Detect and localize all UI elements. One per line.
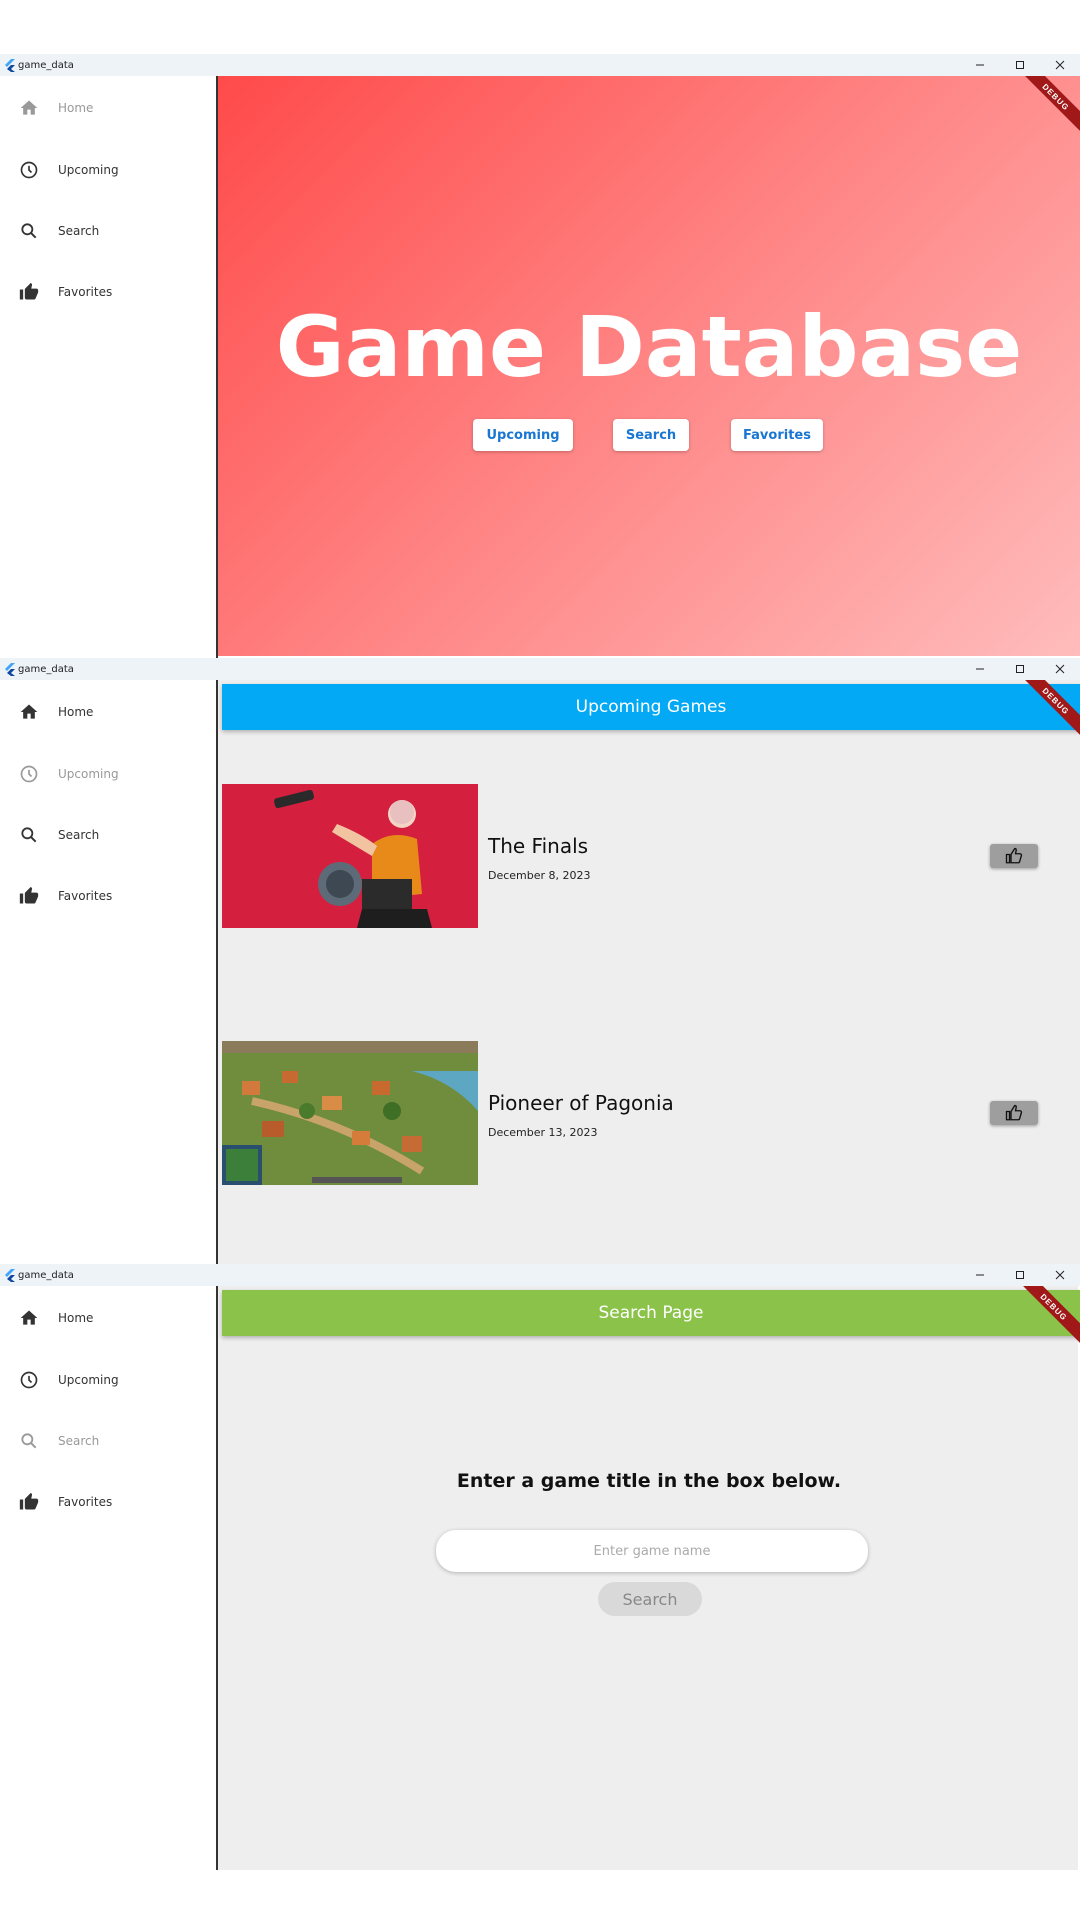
maximize-icon: [1016, 61, 1024, 69]
window-home: game_data Home Upcoming Search Favorites…: [0, 54, 1080, 658]
clock-icon: [18, 159, 40, 181]
debug-banner: DEBUG: [1017, 76, 1080, 136]
maximize-icon: [1016, 665, 1024, 673]
close-icon: [1055, 60, 1065, 70]
nav-label-favorites: Favorites: [58, 285, 113, 299]
nav-item-upcoming[interactable]: Upcoming: [18, 762, 119, 786]
home-icon: [18, 1307, 40, 1329]
app-name: game_data: [18, 1269, 74, 1281]
search-content: Search Page Enter a game title in the bo…: [218, 1286, 1080, 1870]
nav-item-search[interactable]: Search: [18, 823, 99, 847]
game-title: Pioneer of Pagonia: [488, 1091, 674, 1115]
hero-title: Game Database: [275, 298, 1023, 396]
search-icon: [18, 824, 40, 846]
game-release-date: December 8, 2023: [488, 869, 591, 882]
maximize-button[interactable]: [1000, 54, 1040, 76]
flutter-logo-icon: [5, 662, 15, 676]
home-icon: [18, 701, 40, 723]
home-content: Game Database Upcoming Search Favorites …: [218, 76, 1080, 656]
nav-item-search[interactable]: Search: [18, 1429, 99, 1453]
search-instructions: Enter a game title in the box below.: [456, 1470, 842, 1492]
close-button[interactable]: [1040, 1264, 1080, 1286]
nav-label-favorites: Favorites: [58, 1495, 113, 1509]
nav-label-upcoming: Upcoming: [58, 767, 119, 781]
nav-label-home: Home: [58, 1311, 94, 1325]
game-thumbnail: [222, 784, 478, 928]
title-bar: game_data: [0, 1264, 1080, 1286]
thumbs-up-icon: [18, 885, 40, 907]
minimize-button[interactable]: [960, 54, 1000, 76]
like-button[interactable]: [990, 1101, 1038, 1125]
nav-item-home[interactable]: Home: [18, 1306, 93, 1330]
title-bar: game_data: [0, 54, 1080, 76]
flutter-logo-icon: [5, 1268, 15, 1282]
search-icon: [18, 1430, 40, 1452]
app-name: game_data: [18, 59, 74, 71]
nav-label-search: Search: [58, 828, 100, 842]
minimize-button[interactable]: [960, 658, 1000, 680]
upcoming-page: Upcoming Games The Finals December 8, 20…: [218, 680, 1080, 1264]
search-button[interactable]: Search: [598, 1582, 702, 1616]
nav-label-home: Home: [58, 705, 94, 719]
nav-item-search[interactable]: Search: [18, 219, 99, 243]
maximize-button[interactable]: [1000, 658, 1040, 680]
game-row: The Finals December 8, 2023: [222, 784, 1080, 928]
close-button[interactable]: [1040, 658, 1080, 680]
maximize-icon: [1016, 1271, 1024, 1279]
hero-favorites-button[interactable]: Favorites: [731, 419, 823, 451]
hero-search-button[interactable]: Search: [613, 419, 689, 451]
window-search: game_data Home Upcoming Search Favorites…: [0, 1264, 1080, 1870]
nav-sidebar: Home Upcoming Search Favorites: [0, 680, 218, 1264]
nav-item-home[interactable]: Home: [18, 96, 93, 120]
thumbs-up-outline-icon: [1005, 1104, 1023, 1121]
search-page: Search Page Enter a game title in the bo…: [218, 1286, 1080, 1870]
game-row: Pioneer of Pagonia December 13, 2023: [222, 1041, 1080, 1185]
nav-item-favorites[interactable]: Favorites: [18, 1490, 112, 1514]
nav-sidebar: Home Upcoming Search Favorites: [0, 1286, 218, 1870]
clock-icon: [18, 1369, 40, 1391]
game-thumbnail: [222, 1041, 478, 1185]
thumbs-up-outline-icon: [1005, 847, 1023, 864]
like-button[interactable]: [990, 844, 1038, 868]
title-bar: game_data: [0, 658, 1080, 680]
nav-label-upcoming: Upcoming: [58, 1373, 119, 1387]
hero-banner: Game Database Upcoming Search Favorites …: [218, 76, 1080, 656]
upcoming-app-bar: Upcoming Games: [222, 684, 1080, 730]
nav-label-search: Search: [58, 1434, 100, 1448]
search-icon: [18, 220, 40, 242]
minimize-icon: [976, 668, 984, 670]
nav-label-home: Home: [58, 101, 94, 115]
window-upcoming: game_data Home Upcoming Search Favorites…: [0, 658, 1080, 1264]
home-icon: [18, 97, 40, 119]
nav-label-favorites: Favorites: [58, 889, 113, 903]
maximize-button[interactable]: [1000, 1264, 1040, 1286]
nav-item-favorites[interactable]: Favorites: [18, 280, 112, 304]
nav-label-upcoming: Upcoming: [58, 163, 119, 177]
nav-sidebar: Home Upcoming Search Favorites: [0, 76, 218, 658]
close-icon: [1055, 1270, 1065, 1280]
close-icon: [1055, 664, 1065, 674]
nav-label-search: Search: [58, 224, 100, 238]
thumbs-up-icon: [18, 1491, 40, 1513]
minimize-icon: [976, 1274, 984, 1276]
nav-item-home[interactable]: Home: [18, 700, 93, 724]
close-button[interactable]: [1040, 54, 1080, 76]
app-name: game_data: [18, 663, 74, 675]
upcoming-content: Upcoming Games The Finals December 8, 20…: [218, 680, 1080, 1264]
nav-item-upcoming[interactable]: Upcoming: [18, 158, 119, 182]
game-title: The Finals: [488, 834, 589, 858]
minimize-button[interactable]: [960, 1264, 1000, 1286]
nav-item-upcoming[interactable]: Upcoming: [18, 1368, 119, 1392]
game-release-date: December 13, 2023: [488, 1126, 598, 1139]
game-name-input[interactable]: [436, 1530, 868, 1572]
thumbs-up-icon: [18, 281, 40, 303]
minimize-icon: [976, 64, 984, 66]
hero-upcoming-button[interactable]: Upcoming: [473, 419, 573, 451]
clock-icon: [18, 763, 40, 785]
nav-item-favorites[interactable]: Favorites: [18, 884, 112, 908]
flutter-logo-icon: [5, 58, 15, 72]
search-app-bar: Search Page: [222, 1290, 1080, 1336]
